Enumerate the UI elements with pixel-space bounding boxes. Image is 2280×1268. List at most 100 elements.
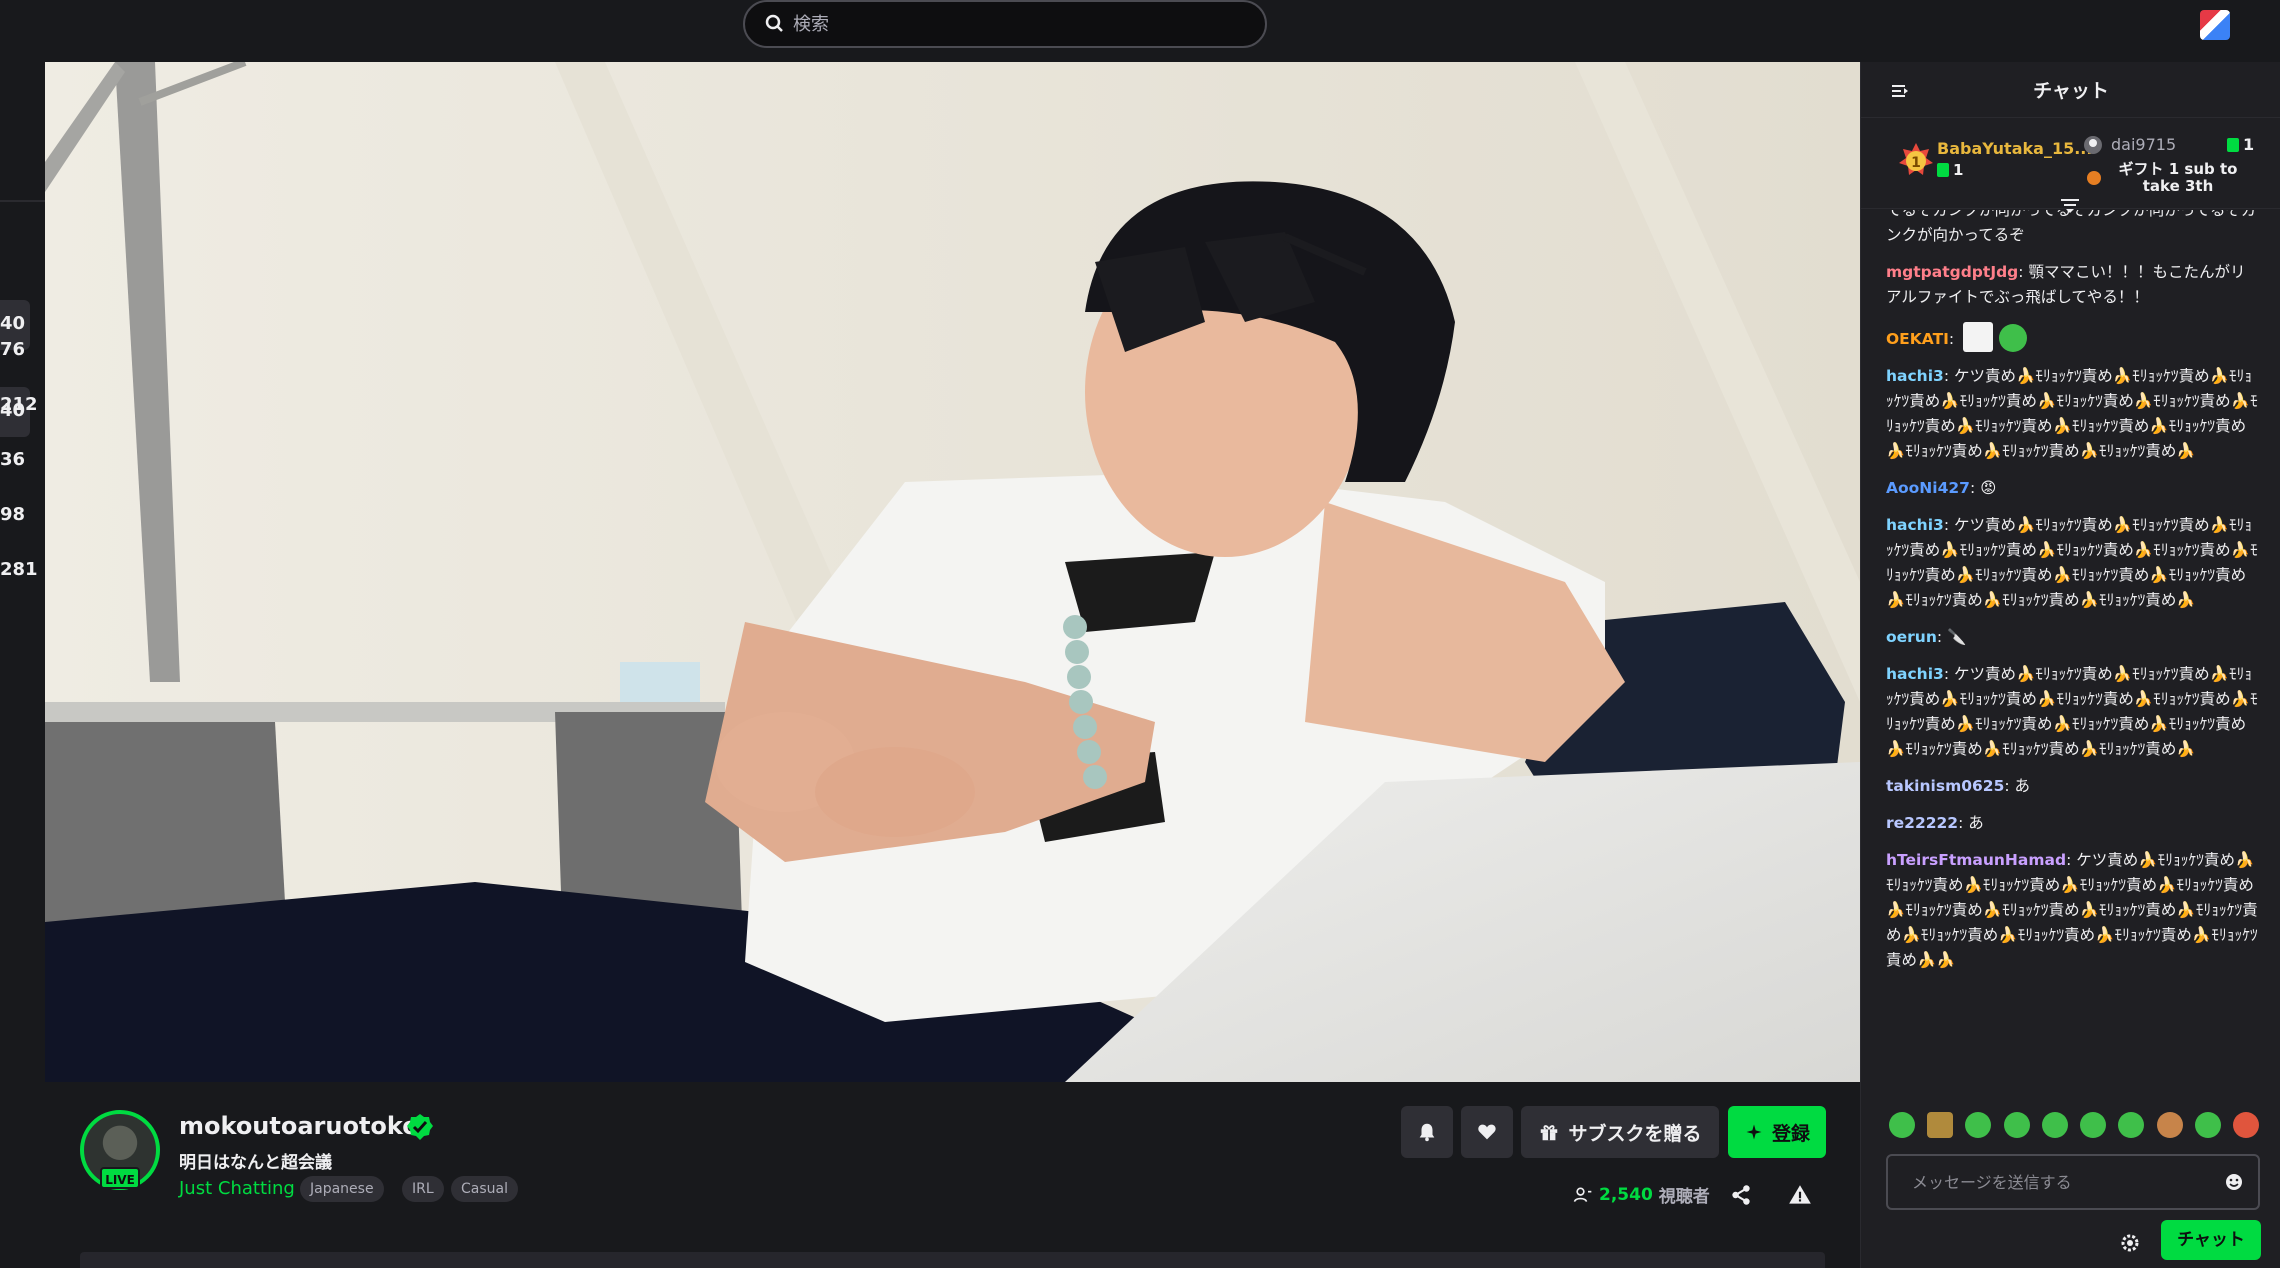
tag-japanese[interactable]: Japanese bbox=[300, 1176, 384, 1202]
tag-casual[interactable]: Casual bbox=[451, 1176, 518, 1202]
chat-input[interactable] bbox=[1912, 1172, 2224, 1192]
chat-username[interactable]: OEKATI bbox=[1886, 330, 1949, 348]
chat-separator: : bbox=[1936, 628, 1948, 646]
video-frame bbox=[45, 62, 1860, 1082]
sidebar-item-viewer-count[interactable]: 76 bbox=[0, 339, 30, 360]
emote-button[interactable] bbox=[2080, 1112, 2107, 1138]
category-link[interactable]: Just Chatting bbox=[179, 1178, 295, 1199]
chat-message-text: てるぞガンクが向かってるぞガンクが向かってるぞガンクが向かってるぞ bbox=[1886, 210, 2257, 244]
viewers-icon bbox=[1573, 1187, 1592, 1202]
search-box[interactable] bbox=[743, 0, 1267, 48]
chat-separator: : bbox=[1969, 479, 1981, 497]
chat-send-button[interactable]: チャット bbox=[2161, 1220, 2261, 1260]
chat-separator: : bbox=[2004, 777, 2015, 795]
chat-message: hachi3: ケツ責め🍌ﾓﾘｮｯｹﾂ責め🍌ﾓﾘｮｯｹﾂ責め🍌ﾓﾘｮｯｹﾂ責め🍌… bbox=[1886, 662, 2259, 762]
emote-button[interactable] bbox=[1927, 1112, 1954, 1138]
emote-button[interactable] bbox=[2118, 1112, 2145, 1138]
chat-message-text: あ bbox=[2014, 777, 2031, 795]
leaderboard-second-count-value: 1 bbox=[2243, 135, 2255, 154]
tag-irl[interactable]: IRL bbox=[402, 1176, 444, 1202]
viewer-count-label: 視聴者 bbox=[1658, 1187, 1710, 1207]
leaderboard-second-text: ギフト 1 sub to take 3th bbox=[2118, 160, 2238, 195]
app-root: 40 40 76 212 36 98 281 bbox=[0, 0, 2280, 1268]
chat-username[interactable]: re22222 bbox=[1886, 814, 1958, 832]
emote-button[interactable] bbox=[2232, 1112, 2259, 1138]
chat-message: takinism0625: あ bbox=[1886, 774, 2259, 799]
chat-message-text: 😡 bbox=[1980, 479, 1997, 497]
channel-info: LIVE mokoutoaruotoko 明日はなんと超会議 Just Chat… bbox=[45, 1082, 1860, 1268]
emote-button[interactable] bbox=[2194, 1112, 2221, 1138]
chat-separator: : bbox=[1958, 814, 1969, 832]
chat-message: mgtpatgdptJdg: 顎ママこい！！！もこたんがリアルファイトでぶっ飛ば… bbox=[1886, 260, 2259, 310]
channel-name[interactable]: mokoutoaruotoko bbox=[179, 1112, 419, 1140]
chat-message: AooNi427: 😡 bbox=[1886, 476, 2259, 501]
bell-icon bbox=[1419, 1123, 1435, 1142]
chat-panel: チャット 1 BabaYutaka_15... 1 dai9715 1 ギフト bbox=[1860, 62, 2280, 1268]
live-badge: LIVE bbox=[100, 1167, 140, 1189]
verified-badge-icon bbox=[407, 1114, 433, 1140]
chat-input-box[interactable] bbox=[1886, 1154, 2260, 1210]
share-icon[interactable] bbox=[1728, 1182, 1754, 1208]
second-place-avatar-icon bbox=[2084, 136, 2102, 154]
chat-separator: : bbox=[2066, 851, 2077, 869]
chat-username[interactable]: mgtpatgdptJdg bbox=[1886, 263, 2018, 281]
chat-username[interactable]: AooNi427 bbox=[1886, 479, 1970, 497]
video-player[interactable] bbox=[45, 62, 1860, 1082]
emote-button[interactable] bbox=[2003, 1112, 2030, 1138]
chat-message: OEKATI: bbox=[1886, 322, 2259, 352]
leaderboard-second-count: 1 bbox=[2227, 135, 2254, 154]
first-place-medal-icon: 1 bbox=[1899, 143, 1933, 175]
chat-messages: てるぞガンクが向かってるぞガンクが向かってるぞガンクが向かってるぞ mgtpatg… bbox=[1861, 210, 2280, 1150]
chat-username[interactable]: takinism0625 bbox=[1886, 777, 2004, 795]
gift-count-icon bbox=[2227, 137, 2239, 152]
search-icon bbox=[765, 14, 783, 32]
gift-goal-icon bbox=[2087, 171, 2101, 185]
viewer-count: 2,540 視聴者 bbox=[1573, 1182, 1710, 1207]
viewer-count-value: 2,540 bbox=[1599, 1184, 1653, 1205]
chat-separator: : bbox=[1948, 330, 1960, 348]
emote-button[interactable] bbox=[1889, 1112, 1915, 1138]
follow-button[interactable] bbox=[1461, 1106, 1513, 1158]
chat-message: hTeirsFtmaunHamad: ケツ責め🍌ﾓﾘｮｯｹﾂ責め🍌ﾓﾘｮｯｹﾂ責… bbox=[1886, 848, 2259, 973]
heart-icon bbox=[1478, 1124, 1496, 1140]
chat-username[interactable]: hachi3 bbox=[1886, 516, 1944, 534]
chat-message: hachi3: ケツ責め🍌ﾓﾘｮｯｹﾂ責め🍌ﾓﾘｮｯｹﾂ責め🍌ﾓﾘｮｯｹﾂ責め🍌… bbox=[1886, 364, 2259, 464]
gift-sub-button[interactable]: サブスクを贈る bbox=[1521, 1106, 1719, 1158]
leaderboard-first-name[interactable]: BabaYutaka_15... bbox=[1937, 139, 2092, 158]
sidebar-item-viewer-count[interactable]: 98 bbox=[0, 504, 30, 525]
chat-username[interactable]: hTeirsFtmaunHamad bbox=[1886, 851, 2066, 869]
sidebar-item-viewer-count[interactable]: 36 bbox=[0, 449, 30, 470]
chat-separator: : bbox=[2018, 263, 2029, 281]
emote-image[interactable] bbox=[1963, 322, 1994, 352]
sidebar-collapsed: 40 40 76 212 36 98 281 bbox=[0, 62, 45, 1268]
gift-count-icon bbox=[1937, 163, 1949, 177]
chat-message: てるぞガンクが向かってるぞガンクが向かってるぞガンクが向かってるぞ bbox=[1886, 210, 2259, 248]
sidebar-item-viewer-count[interactable]: 281 bbox=[0, 559, 38, 580]
gift-sub-label: サブスクを贈る bbox=[1568, 1122, 1702, 1145]
sidebar-divider bbox=[0, 200, 45, 202]
sidebar-item-viewer-count[interactable]: 212 bbox=[0, 394, 38, 415]
chat-username[interactable]: oerun bbox=[1886, 628, 1937, 646]
leaderboard-second-name[interactable]: dai9715 bbox=[2111, 135, 2176, 154]
chat-username[interactable]: hachi3 bbox=[1886, 665, 1944, 683]
chat-message: re22222: あ bbox=[1886, 811, 2259, 836]
chat-message-text: 🔪 bbox=[1947, 628, 1967, 646]
report-icon[interactable] bbox=[1787, 1182, 1813, 1208]
user-avatar[interactable] bbox=[2200, 10, 2230, 40]
subscribe-button[interactable]: 登録 bbox=[1728, 1106, 1826, 1158]
search-input[interactable] bbox=[793, 13, 1265, 35]
emote-picker-icon[interactable] bbox=[2224, 1172, 2244, 1192]
gift-icon bbox=[1541, 1125, 1558, 1141]
emote-quick-bar bbox=[1889, 1112, 2259, 1142]
chat-username[interactable]: hachi3 bbox=[1886, 367, 1944, 385]
emote-button[interactable] bbox=[1965, 1112, 1992, 1138]
emote-button[interactable] bbox=[2041, 1112, 2068, 1138]
emote-button[interactable] bbox=[2156, 1112, 2183, 1138]
svg-text:1: 1 bbox=[1911, 155, 1921, 171]
chat-settings-icon[interactable] bbox=[2119, 1232, 2141, 1254]
notification-button[interactable] bbox=[1401, 1106, 1453, 1158]
chat-separator: : bbox=[1943, 367, 1954, 385]
leaderboard-first-count: 1 bbox=[1937, 161, 1963, 179]
subscribe-label: 登録 bbox=[1771, 1122, 1810, 1145]
emote-image[interactable] bbox=[1999, 324, 2028, 352]
